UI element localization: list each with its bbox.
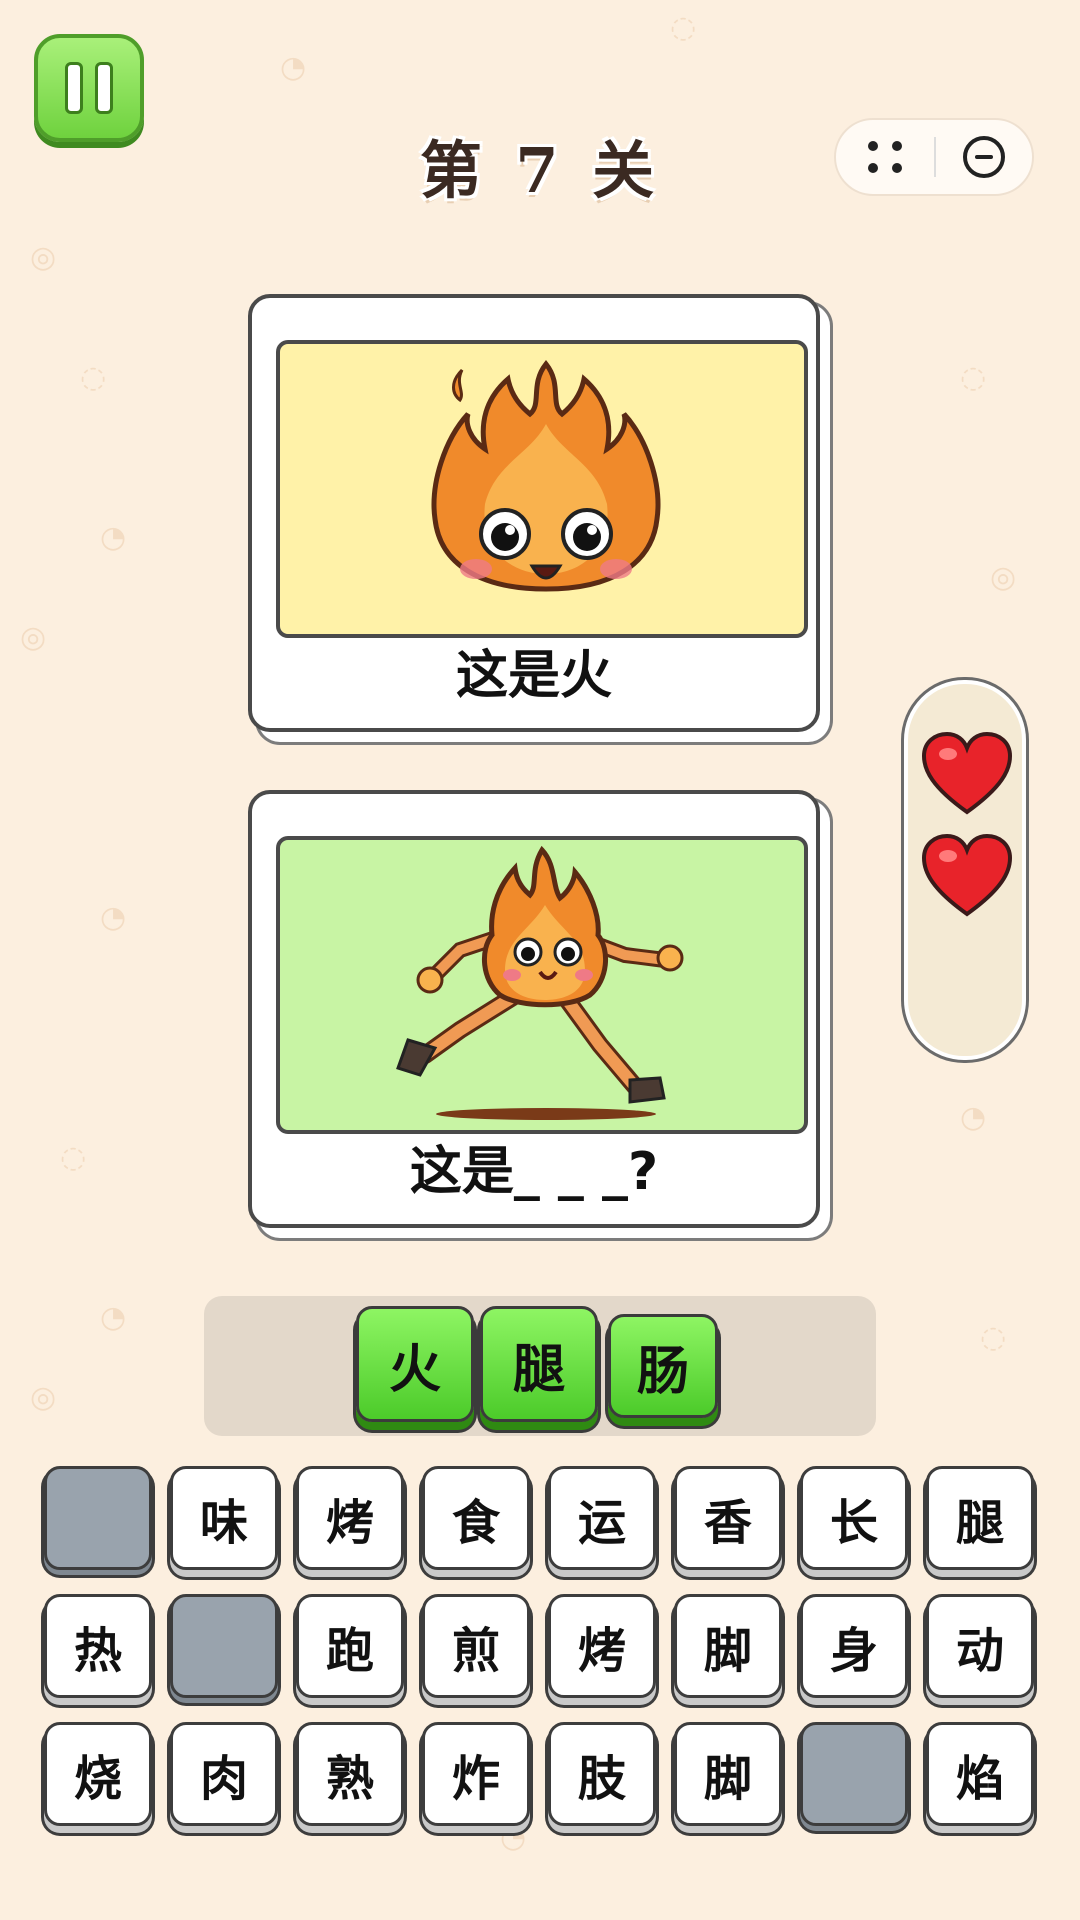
card-caption-question: 这是_ _ _? — [409, 1142, 659, 1202]
background-doodle: ◔ — [100, 900, 127, 935]
letter-tile-empty — [170, 1594, 278, 1698]
letter-tile[interactable]: 腿 — [926, 1466, 1034, 1570]
letter-tile[interactable]: 动 — [926, 1594, 1034, 1698]
background-doodle: ◔ — [960, 1100, 987, 1135]
letter-tile[interactable]: 烤 — [548, 1594, 656, 1698]
minimize-circle-icon — [963, 136, 1005, 178]
fire-character-icon — [431, 359, 661, 592]
letter-tile[interactable]: 炸 — [422, 1722, 530, 1826]
more-dots-icon — [868, 141, 902, 173]
clue-card-1: 这是火 — [248, 294, 820, 732]
heart-icon — [922, 732, 1012, 815]
background-doodle: ◎ — [990, 560, 1017, 595]
letter-tile-empty — [800, 1722, 908, 1826]
letter-tile[interactable]: 焰 — [926, 1722, 1034, 1826]
letter-tile[interactable]: 脚 — [674, 1722, 782, 1826]
letter-tile[interactable]: 煎 — [422, 1594, 530, 1698]
letter-tile[interactable]: 肉 — [170, 1722, 278, 1826]
letter-tile[interactable]: 食 — [422, 1466, 530, 1570]
letter-tile-empty — [44, 1466, 152, 1570]
background-doodle: ◌ — [670, 10, 697, 45]
pause-icon — [95, 62, 113, 114]
mini-program-capsule — [834, 118, 1034, 196]
answer-slot[interactable]: 腿 — [480, 1306, 598, 1422]
background-doodle: ◔ — [100, 520, 127, 555]
letter-tile[interactable]: 味 — [170, 1466, 278, 1570]
more-button[interactable] — [836, 141, 934, 173]
letter-tile[interactable]: 香 — [674, 1466, 782, 1570]
letter-tile[interactable]: 身 — [800, 1594, 908, 1698]
letter-tile[interactable]: 运 — [548, 1466, 656, 1570]
background-doodle: ◎ — [30, 240, 57, 275]
letter-tile[interactable]: 烤 — [296, 1466, 404, 1570]
running-fire-character-icon — [396, 845, 684, 1120]
letter-tile[interactable]: 烧 — [44, 1722, 152, 1826]
clue-card-2: 这是_ _ _? — [248, 790, 820, 1228]
letter-tile[interactable]: 脚 — [674, 1594, 782, 1698]
letter-tile[interactable]: 长 — [800, 1466, 908, 1570]
background-doodle: ◔ — [100, 1300, 127, 1335]
letter-tile[interactable]: 熟 — [296, 1722, 404, 1826]
background-doodle: ◔ — [280, 50, 307, 85]
happy-fire-image — [276, 340, 808, 638]
running-fire-image — [276, 836, 808, 1134]
lives-panel — [904, 680, 1026, 1060]
background-doodle: ◌ — [80, 360, 107, 395]
heart-icon — [922, 834, 1012, 917]
letter-tile[interactable]: 热 — [44, 1594, 152, 1698]
background-doodle: ◎ — [20, 620, 47, 655]
answer-slot[interactable]: 肠 — [608, 1314, 718, 1418]
background-doodle: ◎ — [30, 1380, 57, 1415]
background-doodle: ◌ — [60, 1140, 87, 1175]
background-doodle: ◌ — [980, 1320, 1007, 1355]
answer-slot[interactable]: 火 — [356, 1306, 474, 1422]
card-caption: 这是火 — [455, 646, 612, 706]
pause-icon — [65, 62, 83, 114]
letter-tile[interactable]: 肢 — [548, 1722, 656, 1826]
letter-tile[interactable]: 跑 — [296, 1594, 404, 1698]
minimize-button[interactable] — [936, 136, 1032, 178]
background-doodle: ◌ — [960, 360, 987, 395]
